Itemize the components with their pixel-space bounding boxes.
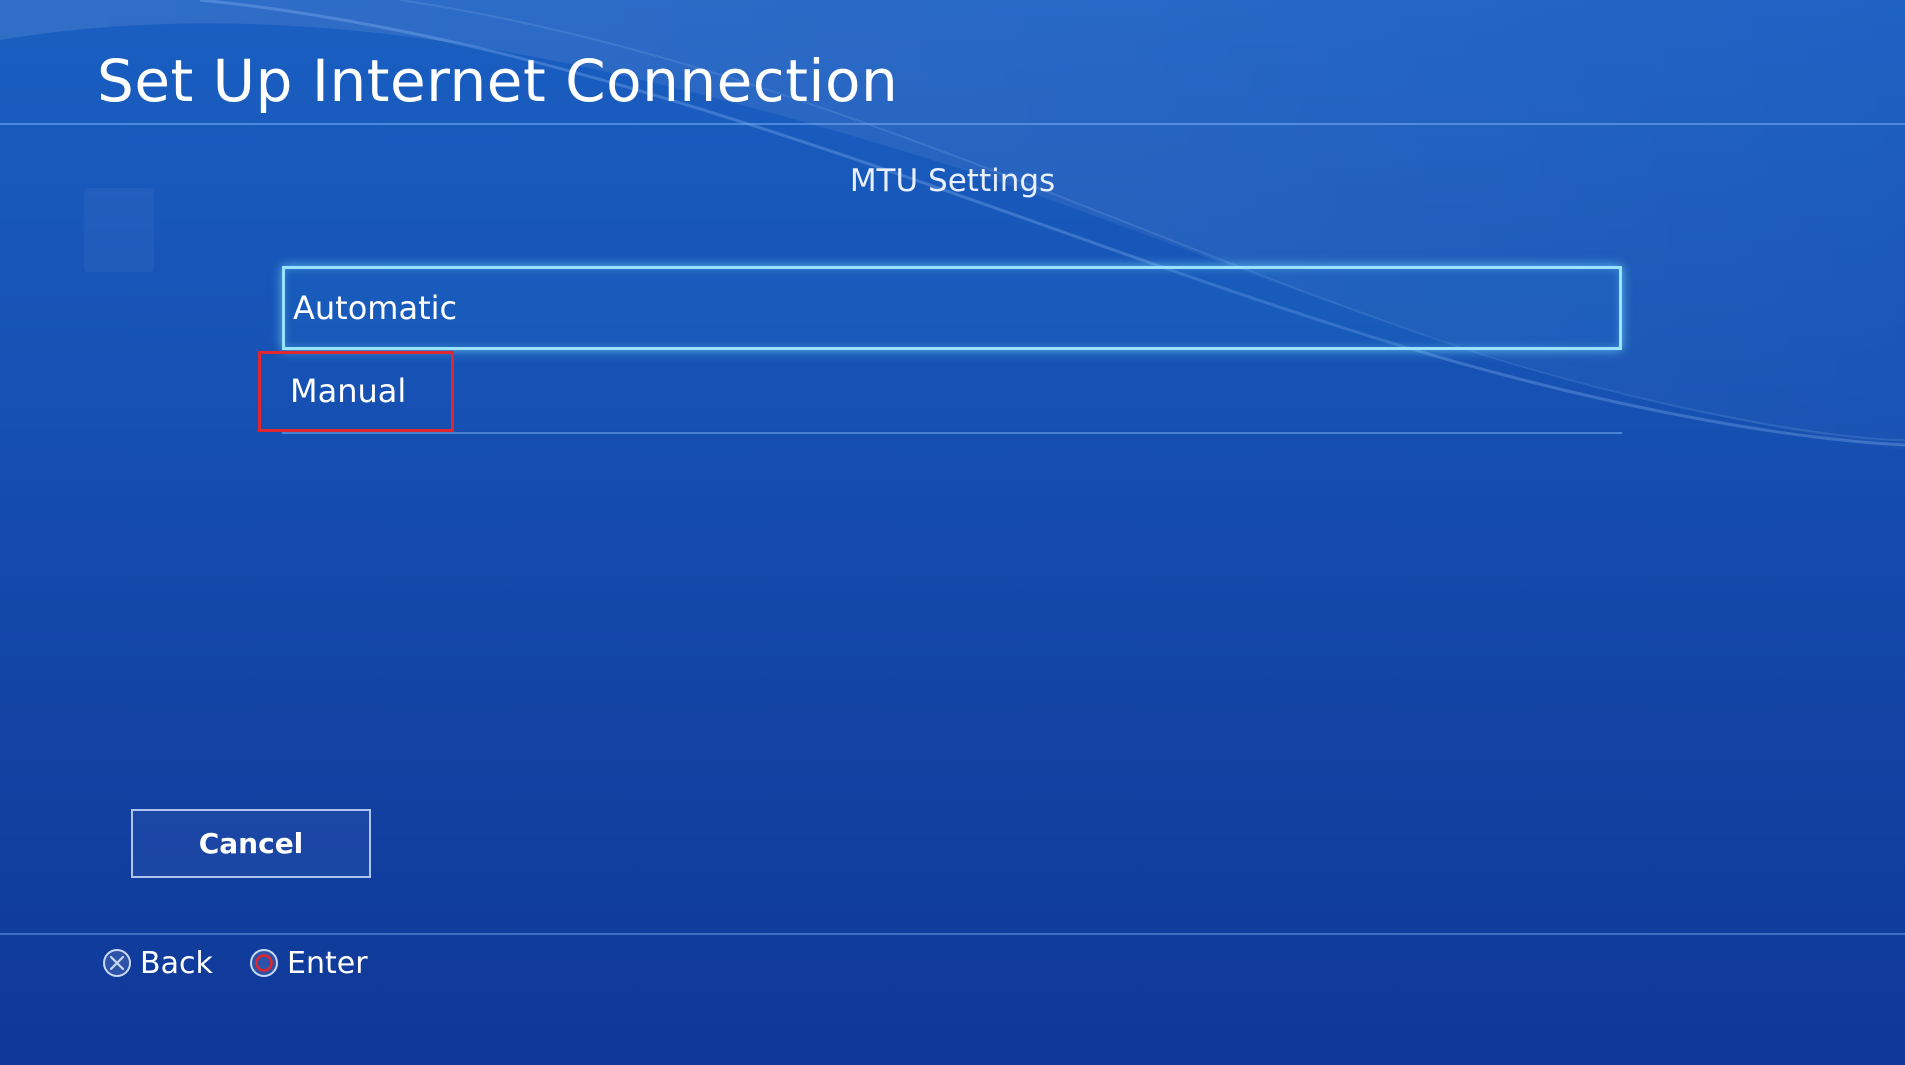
title-divider <box>0 123 1905 125</box>
section-subtitle: MTU Settings <box>849 163 1056 199</box>
footer-divider <box>0 933 1905 935</box>
hint-back-label: Back <box>140 945 213 981</box>
hint-back: Back <box>102 944 213 982</box>
circle-button-icon <box>250 949 278 977</box>
cancel-button[interactable]: Cancel <box>131 809 371 878</box>
option-manual[interactable]: Manual <box>282 350 1622 434</box>
side-panel-ghost <box>84 188 154 272</box>
page-title: Set Up Internet Connection <box>97 47 899 115</box>
option-automatic-label: Automatic <box>293 289 458 327</box>
manual-highlight-box <box>258 351 454 432</box>
hint-enter-label: Enter <box>287 945 368 981</box>
hint-enter: Enter <box>249 944 368 982</box>
cross-button-icon <box>103 949 131 977</box>
background-wave <box>0 0 1905 450</box>
option-automatic[interactable]: Automatic <box>282 266 1622 350</box>
